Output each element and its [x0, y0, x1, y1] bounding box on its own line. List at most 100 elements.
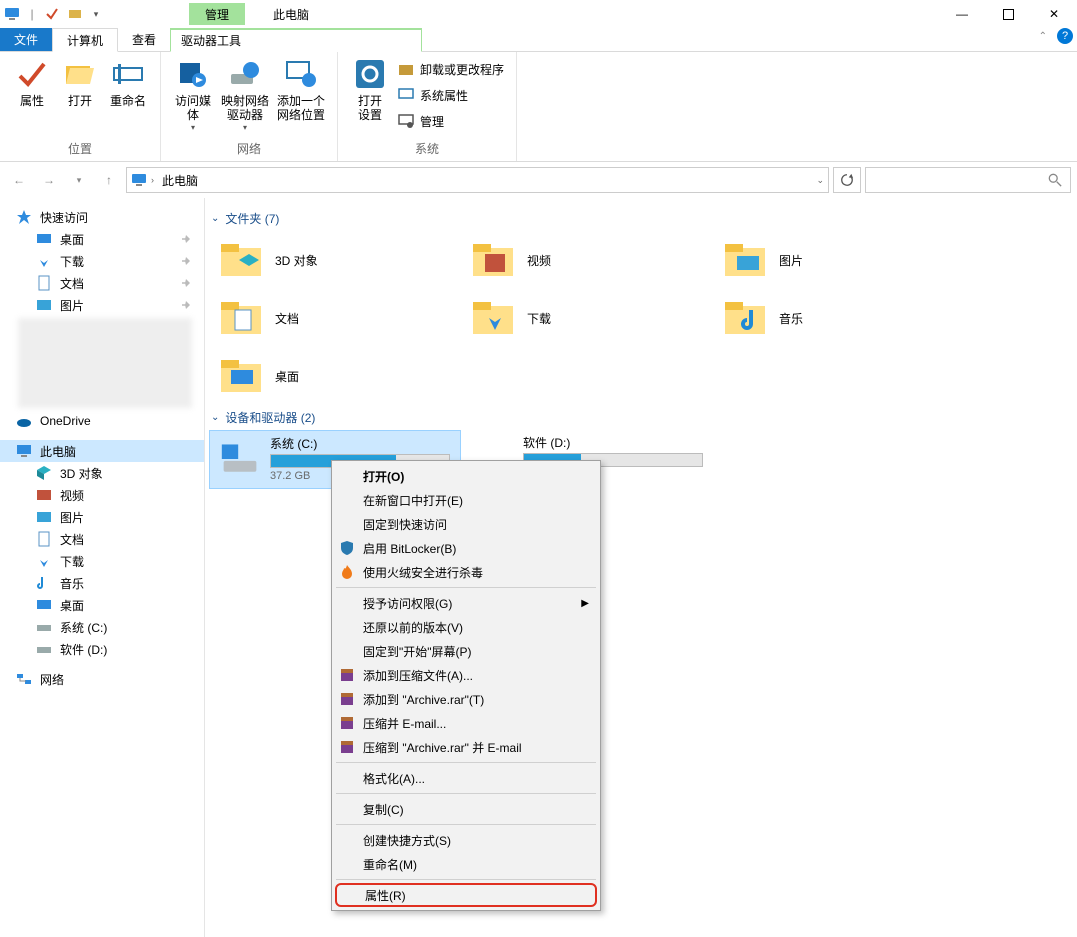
sidebar-item-desktop2[interactable]: 桌面: [0, 594, 204, 616]
folder-item-desktop[interactable]: 桌面: [209, 347, 461, 405]
ctx-compress-rar-email[interactable]: 压缩到 "Archive.rar" 并 E-mail: [335, 735, 597, 759]
back-button[interactable]: ←: [6, 167, 32, 193]
ctx-rename[interactable]: 重命名(M): [335, 852, 597, 876]
sidebar-item-documents[interactable]: 文档: [0, 272, 204, 294]
ctx-copy[interactable]: 复制(C): [335, 797, 597, 821]
breadcrumb-thispc[interactable]: 此电脑: [158, 172, 202, 189]
sidebar-item-desktop[interactable]: 桌面: [0, 228, 204, 250]
chevron-right-icon[interactable]: ›: [151, 175, 154, 185]
ctx-compress-email[interactable]: 压缩并 E-mail...: [335, 711, 597, 735]
map-drive-label: 映射网络 驱动器: [221, 94, 269, 123]
forward-button[interactable]: →: [36, 167, 62, 193]
sidebar-item-drive-d[interactable]: 软件 (D:): [0, 638, 204, 660]
sidebar-item-3d[interactable]: 3D 对象: [0, 462, 204, 484]
sidebar-item-drive-c[interactable]: 系统 (C:): [0, 616, 204, 638]
tab-view[interactable]: 查看: [118, 28, 170, 51]
group-header-folders[interactable]: ⌄ 文件夹 (7): [209, 206, 1073, 231]
ctx-format[interactable]: 格式化(A)...: [335, 766, 597, 790]
qat-newfolder-icon[interactable]: [65, 3, 87, 25]
properties-button[interactable]: 属性: [8, 56, 56, 110]
folder-video-icon: [471, 240, 515, 280]
ctx-add-archive-rar[interactable]: 添加到 "Archive.rar"(T): [335, 687, 597, 711]
ctx-bitlocker[interactable]: 启用 BitLocker(B): [335, 536, 597, 560]
qat-pc-icon[interactable]: [1, 3, 23, 25]
folder-item-downloads[interactable]: 下载: [461, 289, 713, 347]
sidebar-quick-access[interactable]: 快速访问: [0, 206, 204, 228]
ctx-pin-quick[interactable]: 固定到快速访问: [335, 512, 597, 536]
document-icon: [36, 275, 52, 291]
ctx-add-archive[interactable]: 添加到压缩文件(A)...: [335, 663, 597, 687]
drive-d-name: 软件 (D:): [523, 434, 703, 451]
open-button[interactable]: 打开: [56, 56, 104, 110]
help-icon[interactable]: ?: [1057, 28, 1073, 44]
minimize-button[interactable]: —: [939, 0, 985, 28]
folder-download-icon: [471, 298, 515, 338]
folder-item-videos[interactable]: 视频: [461, 231, 713, 289]
access-media-label: 访问媒体: [171, 94, 215, 123]
add-network-location-button[interactable]: 添加一个 网络位置: [273, 56, 329, 125]
rename-button[interactable]: 重命名: [104, 56, 152, 110]
ctx-properties[interactable]: 属性(R): [335, 883, 597, 907]
refresh-button[interactable]: [833, 167, 861, 193]
ctx-create-shortcut[interactable]: 创建快捷方式(S): [335, 828, 597, 852]
map-drive-button[interactable]: 映射网络 驱动器 ▾: [217, 56, 273, 134]
ctx-open[interactable]: 打开(O): [335, 464, 597, 488]
flame-icon: [339, 564, 355, 580]
ctx-grant-access[interactable]: 授予访问权限(G)▶: [335, 591, 597, 615]
sidebar-network[interactable]: 网络: [0, 668, 204, 690]
tab-drive-tools[interactable]: 驱动器工具: [170, 28, 422, 52]
folder-item-pictures[interactable]: 图片: [713, 231, 965, 289]
picture-icon: [36, 297, 52, 313]
uninstall-programs-button[interactable]: 卸载或更改程序: [398, 58, 504, 80]
monitor-icon: [398, 87, 414, 103]
qat-properties-icon[interactable]: [41, 3, 63, 25]
address-dropdown-icon[interactable]: ⌄: [816, 175, 824, 186]
manage-button[interactable]: 管理: [398, 110, 504, 132]
ribbon: 属性 打开 重命名 位置 访问媒体 ▾ 映射网络 驱动器 ▾: [0, 52, 1077, 162]
sidebar-item-pictures2[interactable]: 图片: [0, 506, 204, 528]
drive-icon: [36, 641, 52, 657]
sidebar-item-videos[interactable]: 视频: [0, 484, 204, 506]
sidebar-this-pc[interactable]: 此电脑: [0, 440, 204, 462]
maximize-button[interactable]: [985, 0, 1031, 28]
checkmark-icon: [16, 58, 48, 90]
ctx-huorong-scan[interactable]: 使用火绒安全进行杀毒: [335, 560, 597, 584]
qat-dropdown-icon[interactable]: ▾: [89, 3, 103, 25]
folder-item-3d[interactable]: 3D 对象: [209, 231, 461, 289]
sidebar-item-downloads2[interactable]: 下载: [0, 550, 204, 572]
download-icon: [36, 553, 52, 569]
tab-file[interactable]: 文件: [0, 28, 52, 51]
system-properties-button[interactable]: 系统属性: [398, 84, 504, 106]
search-input[interactable]: [865, 167, 1071, 193]
ctx-restore-versions[interactable]: 还原以前的版本(V): [335, 615, 597, 639]
qat-sep-icon: |: [25, 3, 39, 25]
ribbon-group-network-label: 网络: [169, 140, 329, 159]
folder-doc-icon: [219, 298, 263, 338]
star-icon: [16, 209, 32, 225]
close-button[interactable]: ✕: [1031, 0, 1077, 28]
group-header-drives[interactable]: ⌄ 设备和驱动器 (2): [209, 405, 1073, 430]
ribbon-group-location: 属性 打开 重命名 位置: [0, 52, 161, 161]
access-media-button[interactable]: 访问媒体 ▾: [169, 56, 217, 134]
ribbon-collapse-icon[interactable]: ⌃: [1039, 31, 1047, 42]
tab-manage[interactable]: 管理: [189, 3, 245, 25]
sidebar-item-documents2[interactable]: 文档: [0, 528, 204, 550]
window-controls: — ✕: [939, 0, 1077, 28]
sidebar-item-downloads[interactable]: 下载: [0, 250, 204, 272]
tab-computer[interactable]: 计算机: [52, 28, 118, 52]
sidebar-onedrive[interactable]: OneDrive: [0, 410, 204, 432]
sidebar-item-pictures[interactable]: 图片: [0, 294, 204, 316]
folder-item-music[interactable]: 音乐: [713, 289, 965, 347]
sidebar-item-music[interactable]: 音乐: [0, 572, 204, 594]
folder-item-documents[interactable]: 文档: [209, 289, 461, 347]
address-bar[interactable]: › 此电脑 ⌄: [126, 167, 829, 193]
rar-icon: [339, 667, 355, 683]
open-label: 打开: [68, 94, 92, 108]
up-button[interactable]: ↑: [96, 167, 122, 193]
dropdown-icon: ▾: [243, 123, 247, 133]
history-dropdown[interactable]: ▾: [66, 167, 92, 193]
open-settings-button[interactable]: 打开 设置: [346, 56, 394, 125]
ctx-pin-start[interactable]: 固定到"开始"屏幕(P): [335, 639, 597, 663]
drive-globe-icon: [229, 58, 261, 90]
ctx-open-new-window[interactable]: 在新窗口中打开(E): [335, 488, 597, 512]
